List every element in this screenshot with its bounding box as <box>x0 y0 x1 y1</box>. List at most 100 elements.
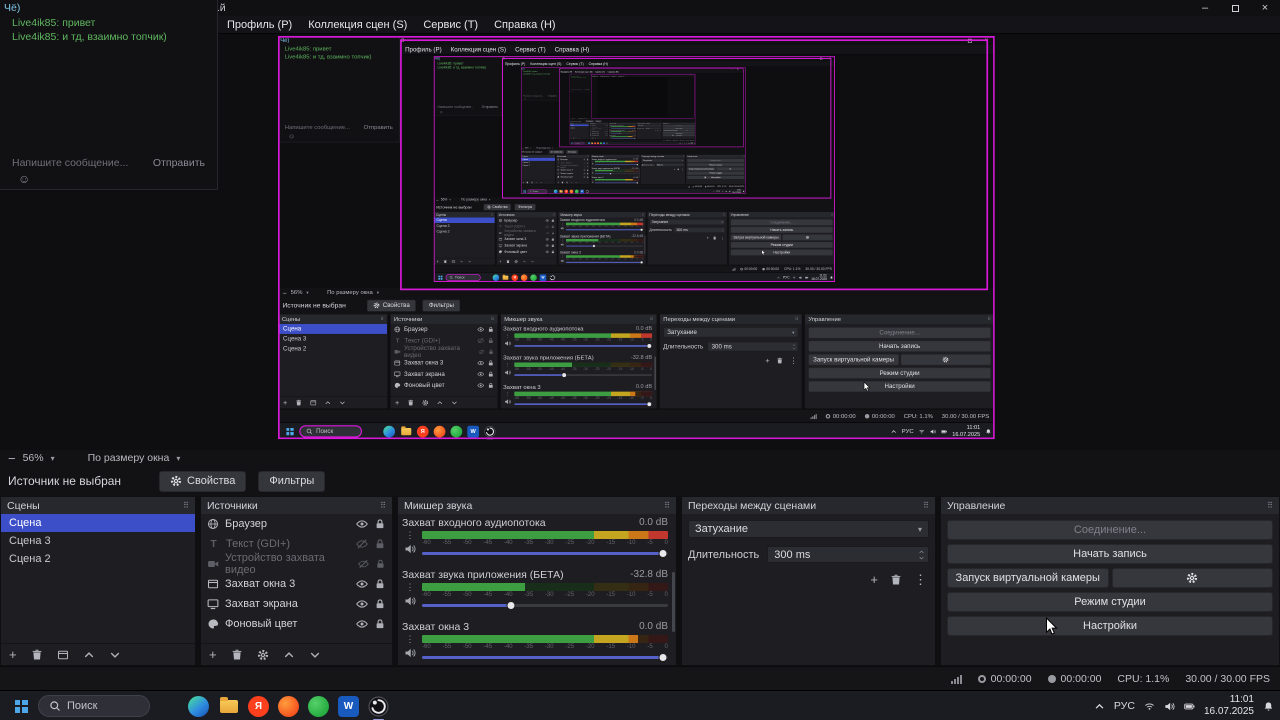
remove-scene-button[interactable] <box>443 260 447 264</box>
volume-slider[interactable] <box>422 651 668 663</box>
scene-item[interactable]: Сцена 3 <box>1 532 195 550</box>
panel-grip-icon[interactable]: ⠿ <box>183 501 189 510</box>
slider-knob[interactable] <box>658 652 668 662</box>
add-scene-button[interactable]: + <box>9 648 17 661</box>
visibility-toggle-icon[interactable] <box>477 326 484 333</box>
source-item[interactable]: Фоновый цвет <box>497 249 557 255</box>
panel-grip-icon[interactable]: ⠿ <box>491 317 494 322</box>
wifi-icon[interactable] <box>682 143 683 144</box>
studio-mode-button[interactable]: Режим студии <box>687 171 745 175</box>
transition-properties-button[interactable]: ⋮ <box>660 130 661 131</box>
channel-menu-button[interactable]: ⋮ <box>561 255 564 258</box>
speaker-icon[interactable] <box>560 259 564 263</box>
visibility-off-icon[interactable] <box>545 225 549 229</box>
scenes-panel-header[interactable]: Сцены ⠿ <box>1 497 195 514</box>
slider-knob[interactable] <box>506 600 516 610</box>
source-item[interactable]: Фоновый цвет <box>556 175 590 179</box>
language-indicator[interactable]: РУС <box>679 143 681 144</box>
source-item[interactable]: T Текст (GDI+) <box>201 534 392 554</box>
orange-app-icon[interactable] <box>597 142 600 145</box>
scrollbar[interactable] <box>672 572 675 632</box>
settings-button[interactable]: Настройки <box>947 616 1273 636</box>
word-app-icon[interactable]: W <box>338 695 359 717</box>
start-recording-button[interactable]: Начать запись <box>947 544 1273 564</box>
move-scene-down-button[interactable] <box>339 399 346 406</box>
panel-grip-icon[interactable]: ⠿ <box>553 213 555 216</box>
menu-item-scene-collection[interactable]: Коллекция сцен (S) <box>451 46 507 53</box>
volume-slider[interactable] <box>514 401 653 408</box>
scenes-panel-header[interactable]: Сцены ⠿ <box>278 314 388 324</box>
speaker-icon[interactable] <box>684 143 685 144</box>
visibility-off-icon[interactable] <box>358 558 369 570</box>
volume-slider[interactable] <box>566 228 644 232</box>
move-source-down-button[interactable] <box>451 399 458 406</box>
menu-item-profile[interactable]: Профиль (P) <box>227 19 292 31</box>
add-source-button[interactable]: + <box>395 399 399 406</box>
lock-icon[interactable] <box>551 250 555 254</box>
sources-panel-header[interactable]: Источники ⠿ <box>201 497 392 514</box>
source-item[interactable]: Фоновый цвет <box>589 134 608 136</box>
word-app-icon[interactable]: W <box>602 142 605 145</box>
transition-properties-button[interactable]: ⋮ <box>914 573 927 586</box>
notifications-icon[interactable] <box>985 428 991 434</box>
remove-source-button[interactable] <box>231 649 243 661</box>
language-indicator[interactable]: РУС <box>1114 700 1135 712</box>
settings-button[interactable]: Настройки <box>730 249 833 256</box>
volume-slider[interactable] <box>422 547 668 559</box>
tray-expand-icon[interactable] <box>891 428 897 434</box>
slider-knob[interactable] <box>592 244 596 248</box>
speaker-icon[interactable] <box>1164 701 1175 712</box>
filters-button[interactable]: Фильтры <box>514 203 536 211</box>
speaker-icon[interactable] <box>404 543 416 555</box>
lock-icon[interactable] <box>587 162 589 164</box>
controls-panel-header[interactable]: Управление ⠿ <box>804 314 995 324</box>
speaker-icon[interactable] <box>592 172 594 174</box>
channel-menu-button[interactable]: ⋮ <box>561 223 564 226</box>
lock-icon[interactable] <box>551 244 555 248</box>
spinner-arrows[interactable] <box>660 128 661 129</box>
source-item[interactable]: Фоновый цвет <box>391 380 498 391</box>
slider-knob[interactable] <box>640 260 644 264</box>
channel-menu-button[interactable]: ⋮ <box>505 391 510 397</box>
slider-knob[interactable] <box>609 172 612 175</box>
controls-panel-header[interactable]: Управление ⠿ <box>941 497 1279 514</box>
channel-menu-button[interactable]: ⋮ <box>505 333 510 338</box>
properties-button[interactable]: Свойства <box>548 150 565 154</box>
language-indicator[interactable]: РУС <box>902 428 914 435</box>
panel-grip-icon[interactable]: ⠿ <box>723 213 725 216</box>
transition-select[interactable]: Затухание ▾ <box>637 124 662 127</box>
speaker-icon[interactable] <box>504 340 511 347</box>
lock-icon[interactable] <box>551 219 555 223</box>
start-virtual-camera-button[interactable]: Запуск виртуальной камеры <box>730 234 782 241</box>
speaker-icon[interactable] <box>404 647 416 659</box>
start-button[interactable] <box>523 190 527 194</box>
visibility-toggle-icon[interactable] <box>545 250 549 254</box>
slider-knob[interactable] <box>636 163 639 166</box>
add-scene-button[interactable]: + <box>437 259 439 263</box>
speaker-icon[interactable] <box>592 163 594 165</box>
zoom-level[interactable]: 56% <box>291 289 303 296</box>
scrollbar[interactable] <box>644 235 646 255</box>
remove-transition-button[interactable] <box>890 574 902 586</box>
duration-input[interactable]: 300 ms <box>655 163 685 167</box>
channel-menu-button[interactable]: ⋮ <box>406 531 415 540</box>
connecting-button[interactable]: Соединение... <box>808 327 991 339</box>
channel-menu-button[interactable]: ⋮ <box>406 635 415 644</box>
virtual-camera-settings-button[interactable] <box>716 167 745 171</box>
tray-expand-icon[interactable] <box>1094 701 1105 712</box>
speaker-icon[interactable] <box>592 181 594 183</box>
scene-item[interactable]: Сцена <box>1 514 195 532</box>
green-app-icon[interactable] <box>530 274 537 281</box>
start-recording-button[interactable]: Начать запись <box>730 226 833 234</box>
menu-item-help[interactable]: Справка (H) <box>555 46 589 53</box>
wifi-icon[interactable] <box>792 276 795 279</box>
scene-filters-button[interactable] <box>531 181 533 183</box>
green-app-icon[interactable] <box>308 695 329 717</box>
volume-slider[interactable] <box>594 163 639 166</box>
move-source-up-button[interactable] <box>436 399 443 406</box>
green-app-icon[interactable] <box>574 189 579 194</box>
filters-button[interactable]: Фильтры <box>258 470 326 492</box>
obs-app-icon[interactable] <box>606 142 608 145</box>
volume-slider[interactable] <box>514 371 653 378</box>
source-item[interactable]: Устройство захвата видео <box>201 552 392 576</box>
